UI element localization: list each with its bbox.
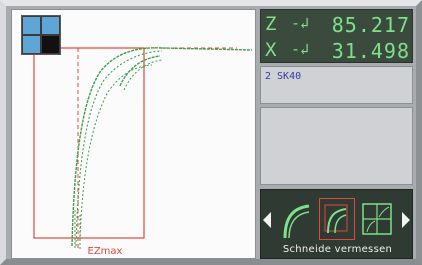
x-value: 31.498 [331, 39, 410, 63]
curve-secondary [75, 50, 163, 247]
x-return-icon: -↲ [291, 40, 310, 58]
coord-row-z: Z -↲ 85.217 [261, 11, 414, 37]
x-axis-label: X [265, 39, 278, 61]
limit-rectangle [33, 47, 145, 239]
measure-tool-icon[interactable] [319, 198, 355, 240]
z-return-icon: -↲ [291, 14, 310, 32]
zoom-grid-icon[interactable] [21, 15, 61, 55]
info-box-empty [260, 107, 413, 185]
arrow-right-icon[interactable] [402, 212, 410, 228]
curve-primary [71, 47, 253, 247]
tool-info-box: 2 SK40 [260, 66, 413, 104]
limit-label: EZmax [87, 246, 123, 257]
softkey-bar: Schneide vermessen [260, 189, 413, 259]
z-value: 85.217 [331, 13, 410, 37]
measurement-plot: EZmax [11, 9, 256, 259]
arrow-left-icon[interactable] [263, 212, 271, 228]
z-axis-label: Z [265, 13, 278, 35]
side-panel: Z -↲ 85.217 X -↲ 31.498 2 SK40 Schneide … [260, 9, 413, 259]
grid-view-icon[interactable] [359, 198, 395, 240]
coordinate-display: Z -↲ 85.217 X -↲ 31.498 [260, 9, 413, 63]
tool-edge-icon[interactable] [279, 198, 315, 240]
coord-row-x: X -↲ 31.498 [261, 37, 414, 63]
tool-name: 2 SK40 [265, 71, 302, 82]
curve-inner [119, 55, 161, 87]
softkey-label: Schneide vermessen [282, 244, 393, 255]
